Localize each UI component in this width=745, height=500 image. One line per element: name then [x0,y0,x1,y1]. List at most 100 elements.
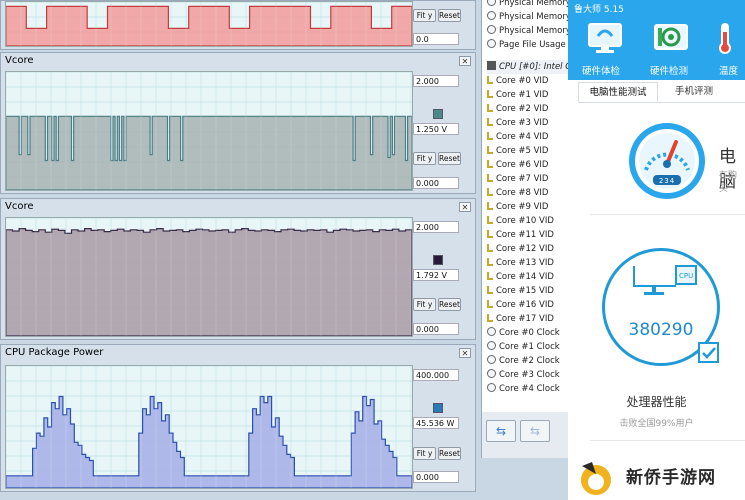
series-color-swatch[interactable] [433,403,443,413]
radio-icon [487,355,496,364]
tree-item[interactable]: Core #15 VID [487,284,554,298]
double-arrow-icon[interactable]: ⇆ [520,420,550,442]
tree-item[interactable]: Core #3 Clock [487,368,560,382]
tree-item-label: Core #14 VID [496,272,554,282]
voltage-icon [487,258,493,266]
tree-item[interactable]: Core #1 Clock [487,340,560,354]
tree-item[interactable]: Core #3 VID [487,116,548,130]
current-value-field: 1.792 V [413,269,459,281]
tree-item[interactable]: Core #10 VID [487,214,554,228]
graph-controls: 2.000 1.792 V Fit y Reset 0.000 [413,219,469,337]
tree-item-label: Core #8 VID [496,188,549,198]
series-color-swatch[interactable] [433,255,443,265]
tree-item[interactable]: Core #1 VID [487,88,548,102]
section-divider [590,440,745,441]
tab-mobile-benchmark[interactable]: 手机评测 [658,82,730,102]
radio-icon [487,341,496,350]
current-value-field: 45.536 W [413,417,459,429]
voltage-icon [487,244,493,252]
vcore-graph [5,71,413,191]
tree-item[interactable]: Core #14 VID [487,270,554,284]
tree-item[interactable]: Physical Memory [487,24,569,38]
tree-item[interactable]: Core #4 VID [487,130,548,144]
circuit-board-icon[interactable] [652,20,690,56]
tree-item-label: Core #11 VID [496,230,554,240]
tree-item[interactable]: Core #5 VID [487,144,548,158]
voltage-icon [487,104,493,112]
series-color-swatch[interactable] [433,109,443,119]
tree-item[interactable]: Physical Memory [487,10,569,24]
reset-button[interactable]: Reset [438,152,461,165]
tab-pc-benchmark[interactable]: 电脑性能测试 [578,82,658,102]
reset-button[interactable]: Reset [438,447,461,460]
app-title: 鲁大师 5.15 [574,5,624,15]
tree-item[interactable]: Core #2 Clock [487,354,560,368]
tree-item[interactable]: Core #7 VID [487,172,548,186]
tree-item-label: Core #5 VID [496,146,549,156]
min-value-field[interactable]: 0.0 [413,33,459,45]
max-value-field[interactable]: 400.000 [413,369,459,381]
tree-item-label: Core #12 VID [496,244,554,254]
graph-controls: 400.000 45.536 W Fit y Reset 0.000 [413,367,469,489]
gauge-readout: 234 [658,177,676,185]
tree-item[interactable]: Core #6 VID [487,158,548,172]
tree-item[interactable]: Core #16 VID [487,298,554,312]
voltage-icon [487,146,493,154]
tree-item[interactable]: Core #12 VID [487,242,554,256]
tree-item-label: Core #13 VID [496,258,554,268]
vcore-panel: Vcore ✕ 2.000 1.250 V Fit y Reset 0.000 [0,52,476,194]
monitor-check-icon[interactable] [586,20,624,56]
tree-item[interactable]: Core #0 Clock [487,326,560,340]
max-value-field[interactable]: 2.000 [413,221,459,233]
voltage-icon [487,90,493,98]
score-value: 380290 [628,320,694,340]
tree-item[interactable]: Core #9 VID [487,200,548,214]
tree-item[interactable]: Page File Usage [487,38,566,52]
thermometer-icon[interactable] [714,20,745,56]
monitor-icon: CPU [630,262,700,301]
tree-item-label: Core #0 VID [496,76,549,86]
fit-y-button[interactable]: Fit y [413,152,436,165]
tree-item-label: Page File Usage [499,40,566,50]
voltage-icon [487,118,493,126]
voltage-icon [487,174,493,182]
graph-controls: 2.000 1.250 V Fit y Reset 0.000 [413,73,469,191]
tree-item-label: Core #2 Clock [499,356,560,366]
min-value-field[interactable]: 0.000 [413,323,459,335]
sensor-tree: Physical Memory Physical Memory Physical M… [481,0,569,412]
tree-item[interactable]: Core #2 VID [487,102,548,116]
close-icon[interactable]: ✕ [459,56,471,66]
min-value-field[interactable]: 0.000 [413,471,459,483]
fit-y-button[interactable]: Fit y [413,9,436,22]
close-icon[interactable]: ✕ [459,202,471,212]
reset-button[interactable]: Reset [438,9,461,22]
tree-item[interactable]: Core #13 VID [487,256,554,270]
checkmark-icon [698,342,719,363]
fit-y-button[interactable]: Fit y [413,447,436,460]
panel-title: CPU Package Power [5,347,104,358]
toolbar-label: 硬件体检 [582,66,621,77]
radio-icon [487,383,496,392]
min-value-field[interactable]: 0.000 [413,177,459,189]
tree-item[interactable]: Physical Memory [487,0,569,10]
voltage-icon [487,314,493,322]
tree-item[interactable]: Core #4 Clock [487,382,560,396]
speed-subtitle: 在购买 [719,171,738,194]
tab-bar: 电脑性能测试 手机评测 [578,82,745,103]
close-icon[interactable]: ✕ [459,348,471,358]
tree-item-label: Physical Memory [499,26,569,36]
tree-item[interactable]: Core #17 VID [487,312,554,326]
tree-item-label: Core #16 VID [496,300,554,310]
tree-item[interactable]: Core #0 VID [487,74,548,88]
fit-y-button[interactable]: Fit y [413,298,436,311]
tree-item[interactable]: Core #8 VID [487,186,548,200]
radio-icon [487,11,496,20]
voltage-icon [487,230,493,238]
max-value-field[interactable]: 2.000 [413,75,459,87]
reset-button[interactable]: Reset [438,298,461,311]
radio-icon [487,39,496,48]
tree-item[interactable]: Core #11 VID [487,228,554,242]
tree-item-label: Core #4 VID [496,132,549,142]
tree-group-header[interactable]: CPU [#0]: Intel C [487,60,569,74]
double-arrow-icon[interactable]: ⇆ [486,420,516,442]
